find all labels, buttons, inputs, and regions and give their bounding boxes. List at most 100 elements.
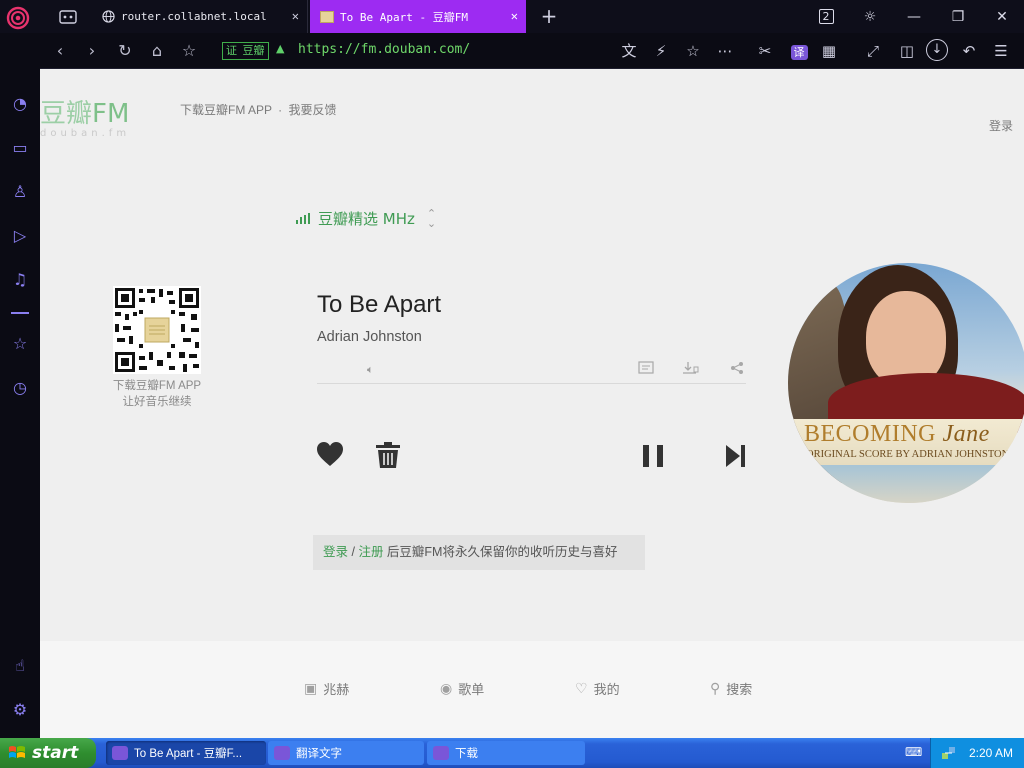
reader-button[interactable]: ◫ [896,41,918,61]
logo-subtext: douban.fm [40,128,131,139]
reload-icon: ↻ [118,41,132,60]
menu-button[interactable]: ☰ [990,41,1012,61]
clock-icon: ◷ [13,378,27,397]
cover-title-main: BECOMING [804,421,937,447]
workspaces-button[interactable] [48,0,88,33]
minimize-button[interactable]: — [892,0,936,33]
music-button[interactable]: ♫ [8,268,32,292]
history-button[interactable]: ◷ [8,376,32,400]
speed-dial-button[interactable]: ◔ [8,92,32,116]
cert-site-label: 豆瓣 [242,44,265,57]
like-button[interactable]: ☝ [8,654,32,678]
logo-text: 豆瓣 [40,99,93,129]
share-button[interactable] [728,361,746,377]
hamburger-icon: ☰ [994,42,1008,60]
feedback-link[interactable]: 我要反馈 [288,103,336,117]
tab-active[interactable]: To Be Apart - 豆瓣FM ✕ [310,0,526,33]
taskbar-item-browser[interactable]: To Be Apart - 豆瓣F... [106,741,266,765]
grid-icon: ▦ [821,42,837,60]
close-tab-icon[interactable]: ✕ [292,9,299,23]
settings-button[interactable]: ⚙ [8,698,32,722]
translate-extension-button[interactable]: 译 [788,41,810,61]
translate-page-button[interactable]: ⽂ [618,41,640,61]
nav-item-mhz[interactable]: ▣ 兆赫 [304,679,349,698]
start-button[interactable]: start [0,738,96,768]
progress-bar[interactable] [317,383,746,384]
banner-login-link[interactable]: 登录 [323,545,348,559]
nav-item-playlist[interactable]: ◉ 歌单 [440,679,484,698]
gear-icon: ⚙ [12,700,28,719]
forward-button[interactable]: › [82,41,102,61]
cover-sea [788,465,1024,503]
douban-favicon-icon [320,10,334,23]
nav-item-mine[interactable]: ♡ 我的 [575,679,620,698]
lyrics-button[interactable] [637,361,655,377]
qr-caption-line2: 让好音乐继续 [122,396,192,408]
music-note-icon: ♫ [12,270,28,289]
window-icon: ▭ [12,138,28,157]
disc-icon: ◉ [440,680,453,696]
pause-button[interactable] [641,444,667,468]
screenshot-button[interactable]: ✂ [754,41,776,61]
song-artist[interactable]: Adrian Johnston [317,329,422,345]
tab-router[interactable]: router.collabnet.local ✕ [92,0,308,33]
new-tab-button[interactable]: + [538,5,560,27]
bookmark-page-button[interactable]: ☆ [179,41,199,61]
chevron-left-icon: ‹ [56,41,64,60]
tab-count-button[interactable]: 2 [804,0,848,33]
minimize-icon: — [907,8,921,25]
nav-label: 兆赫 [323,682,350,697]
bottom-nav: ▣ 兆赫 ◉ 歌单 ♡ 我的 ⚲ 搜索 [40,641,1024,738]
back-button[interactable]: ‹ [50,41,70,61]
theme-button[interactable]: ☼ [848,0,892,33]
speedometer-icon: ◔ [13,94,27,113]
next-button[interactable] [725,444,747,468]
taskbar: start To Be Apart - 豆瓣F... 翻译文字 下载 ⌨ 2:2… [0,738,1024,768]
undo-button[interactable]: ↶ [958,41,980,61]
home-button[interactable]: ⌂ [147,41,167,61]
close-icon: ✕ [996,8,1008,25]
network-icon[interactable] [941,745,957,761]
gamepad-icon [59,9,77,24]
banner-register-link[interactable]: 注册 [358,545,383,559]
account-button[interactable]: ♙ [8,180,32,204]
reload-button[interactable]: ↻ [115,41,135,61]
apps-grid-button[interactable]: ▦ [818,41,840,61]
fullscreen-button[interactable]: ⤢ [862,41,884,61]
task-label: To Be Apart - 豆瓣F... [134,748,243,760]
download-button[interactable]: ↓ [926,39,948,61]
keyboard-icon[interactable]: ⌨ [905,745,922,759]
undo-icon: ↶ [962,42,976,60]
volume-icon[interactable]: 🔈︎ [367,363,374,377]
opera-gx-logo-icon[interactable] [6,6,30,30]
channel-selector[interactable]: 豆瓣精选 MHz ⌃ ⌄ [296,208,436,229]
bookmarks-button[interactable]: ☆ [8,332,32,356]
taskbar-item-translate[interactable]: 翻译文字 [268,741,424,765]
clock[interactable]: 2:20 AM [969,746,1013,760]
share-icon [731,362,743,374]
windows-flag-icon [9,746,25,758]
download-app-link[interactable]: 下载豆瓣FM APP [180,103,272,117]
login-link[interactable]: 登录 [989,117,1013,134]
channel-name: 豆瓣精选 MHz [318,210,415,228]
download-icon [683,362,699,374]
close-window-button[interactable]: ✕ [980,0,1024,33]
heart-icon: ♡ [575,680,588,696]
trash-button[interactable] [375,441,401,469]
close-tab-icon[interactable]: ✕ [511,9,518,23]
player-button[interactable]: ▷ [8,224,32,248]
download-song-button[interactable] [682,361,700,377]
taskbar-item-downloads[interactable]: 下载 [427,741,585,765]
tabs-panel-button[interactable]: ▭ [8,136,32,160]
douban-fm-logo[interactable]: 豆瓣FM douban.fm [40,93,150,139]
heart-button[interactable] [316,441,344,467]
more-button[interactable]: ⋯ [714,41,736,61]
flash-button[interactable]: ⚡ [650,41,672,61]
nav-item-search[interactable]: ⚲ 搜索 [710,679,752,698]
scissors-icon: ✂ [758,42,772,60]
more-horizontal-icon: ⋯ [717,42,733,60]
cert-badge[interactable]: 证 豆瓣 [222,42,269,60]
restore-button[interactable]: ❐ [936,0,980,33]
favorite-button[interactable]: ☆ [682,41,704,61]
url-field[interactable]: https://fm.douban.com/ [298,42,470,57]
